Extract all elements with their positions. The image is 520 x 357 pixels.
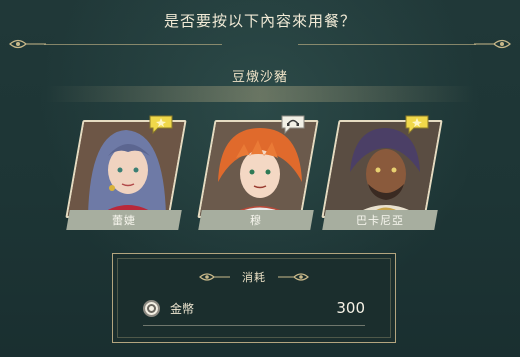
character-portrait-2 [197,120,319,218]
cost-label: 消耗 [242,271,266,284]
coin-icon [143,299,160,317]
character-name-3: 巴卡尼亞 [356,214,404,227]
dish-highlight-band [46,86,474,102]
ornament-left-icon [199,273,230,281]
character-name-plate-3: 巴卡尼亞 [322,210,438,230]
currency-underline [143,325,365,326]
star-speech-icon [405,115,429,134]
dish-name: 豆燉沙豬 [231,70,288,85]
ornament-right-icon [278,273,309,281]
ornament-left-icon [9,39,46,49]
character-card-1[interactable]: 蕾婕 [65,112,187,230]
character-name-plate-1: 蕾婕 [66,210,182,230]
character-card-3[interactable]: 巴卡尼亞 [321,112,443,230]
star-speech-icon [149,115,173,134]
dialog-title: 是否要按以下內容來用餐？ [163,12,356,30]
cost-panel: 消耗 金幣 300 [112,253,396,343]
currency-row: 金幣 300 [143,296,365,326]
title-divider [8,36,512,52]
headphones-speech-icon [281,115,305,134]
character-portrait-3 [321,120,443,218]
character-card-2[interactable]: 穆 [197,112,319,230]
character-name-1: 蕾婕 [112,214,136,227]
character-name-plate-2: 穆 [198,210,314,230]
character-portrait-1 [65,120,187,218]
ornament-right-icon [474,39,511,49]
cost-header: 消耗 [113,268,395,286]
currency-amount: 300 [336,299,365,317]
currency-label: 金幣 [170,301,195,316]
character-name-2: 穆 [250,214,262,227]
